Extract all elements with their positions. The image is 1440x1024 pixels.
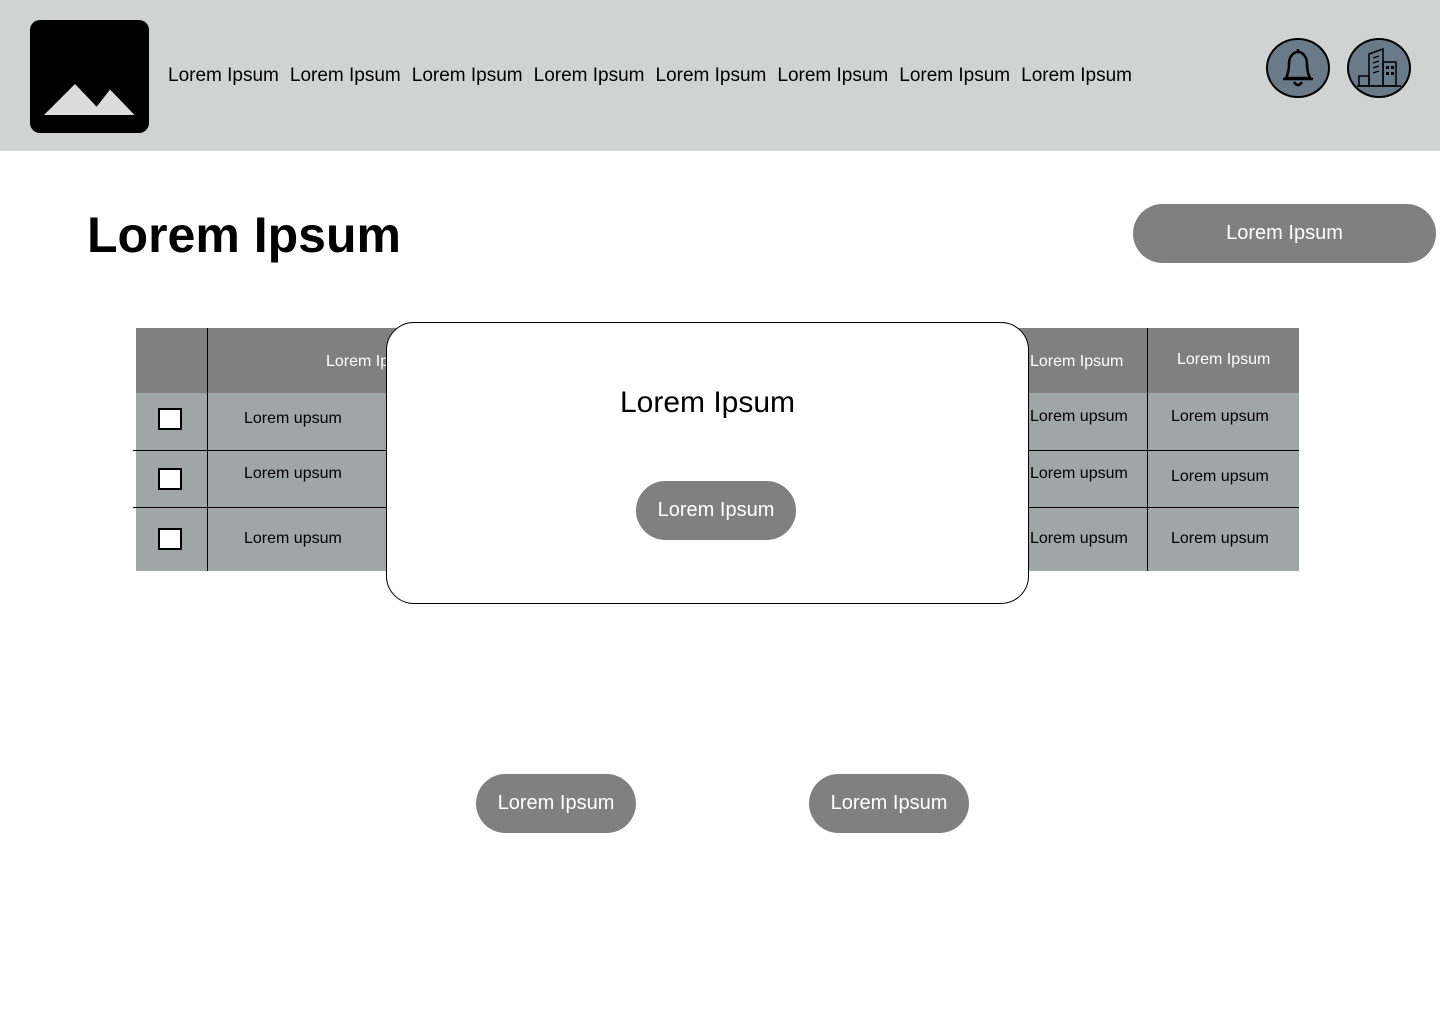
modal-title: Lorem Ipsum (619, 386, 796, 419)
primary-action-button[interactable]: Lorem Ipsum (1133, 204, 1436, 263)
page-title: Lorem Ipsum (87, 207, 401, 263)
table-cell: Lorem upsum (1030, 530, 1128, 547)
table-cell: Lorem upsum (244, 530, 342, 547)
modal-confirm-button[interactable]: Lorem Ipsum (636, 481, 796, 540)
footer-button-left[interactable]: Lorem Ipsum (476, 774, 636, 833)
footer-button-right[interactable]: Lorem Ipsum (809, 774, 969, 833)
table-cell: Lorem upsum (1030, 408, 1128, 425)
table-cell: Lorem upsum (1171, 530, 1269, 547)
row-checkbox[interactable] (158, 468, 182, 490)
table-cell: Lorem upsum (244, 465, 342, 482)
nav-item-6[interactable]: Lorem Ipsum (777, 62, 888, 90)
table-cell: Lorem upsum (1171, 408, 1269, 425)
nav-item-7[interactable]: Lorem Ipsum (899, 62, 1010, 90)
nav-item-3[interactable]: Lorem Ipsum (412, 62, 523, 90)
row-checkbox[interactable] (158, 408, 182, 430)
main-nav: Lorem Ipsum Lorem Ipsum Lorem Ipsum Lore… (168, 62, 1143, 90)
modal-dialog: Lorem Ipsum Lorem Ipsum (386, 322, 1029, 604)
building-icon[interactable] (1347, 38, 1411, 98)
column-header-2[interactable]: Lorem Ipsum (1030, 352, 1123, 372)
nav-item-8[interactable]: Lorem Ipsum (1021, 62, 1132, 90)
nav-item-1[interactable]: Lorem Ipsum (168, 62, 279, 90)
column-header-3[interactable]: Lorem Ipsum (1177, 350, 1270, 370)
logo-image-icon[interactable] (30, 20, 149, 133)
row-checkbox[interactable] (158, 528, 182, 550)
table-cell: Lorem upsum (1171, 468, 1269, 485)
top-header: Lorem Ipsum Lorem Ipsum Lorem Ipsum Lore… (0, 0, 1440, 151)
nav-item-5[interactable]: Lorem Ipsum (656, 62, 767, 90)
nav-item-2[interactable]: Lorem Ipsum (290, 62, 401, 90)
bell-icon[interactable] (1266, 38, 1330, 98)
table-cell: Lorem upsum (244, 410, 342, 427)
table-cell: Lorem upsum (1030, 465, 1128, 482)
nav-item-4[interactable]: Lorem Ipsum (534, 62, 645, 90)
